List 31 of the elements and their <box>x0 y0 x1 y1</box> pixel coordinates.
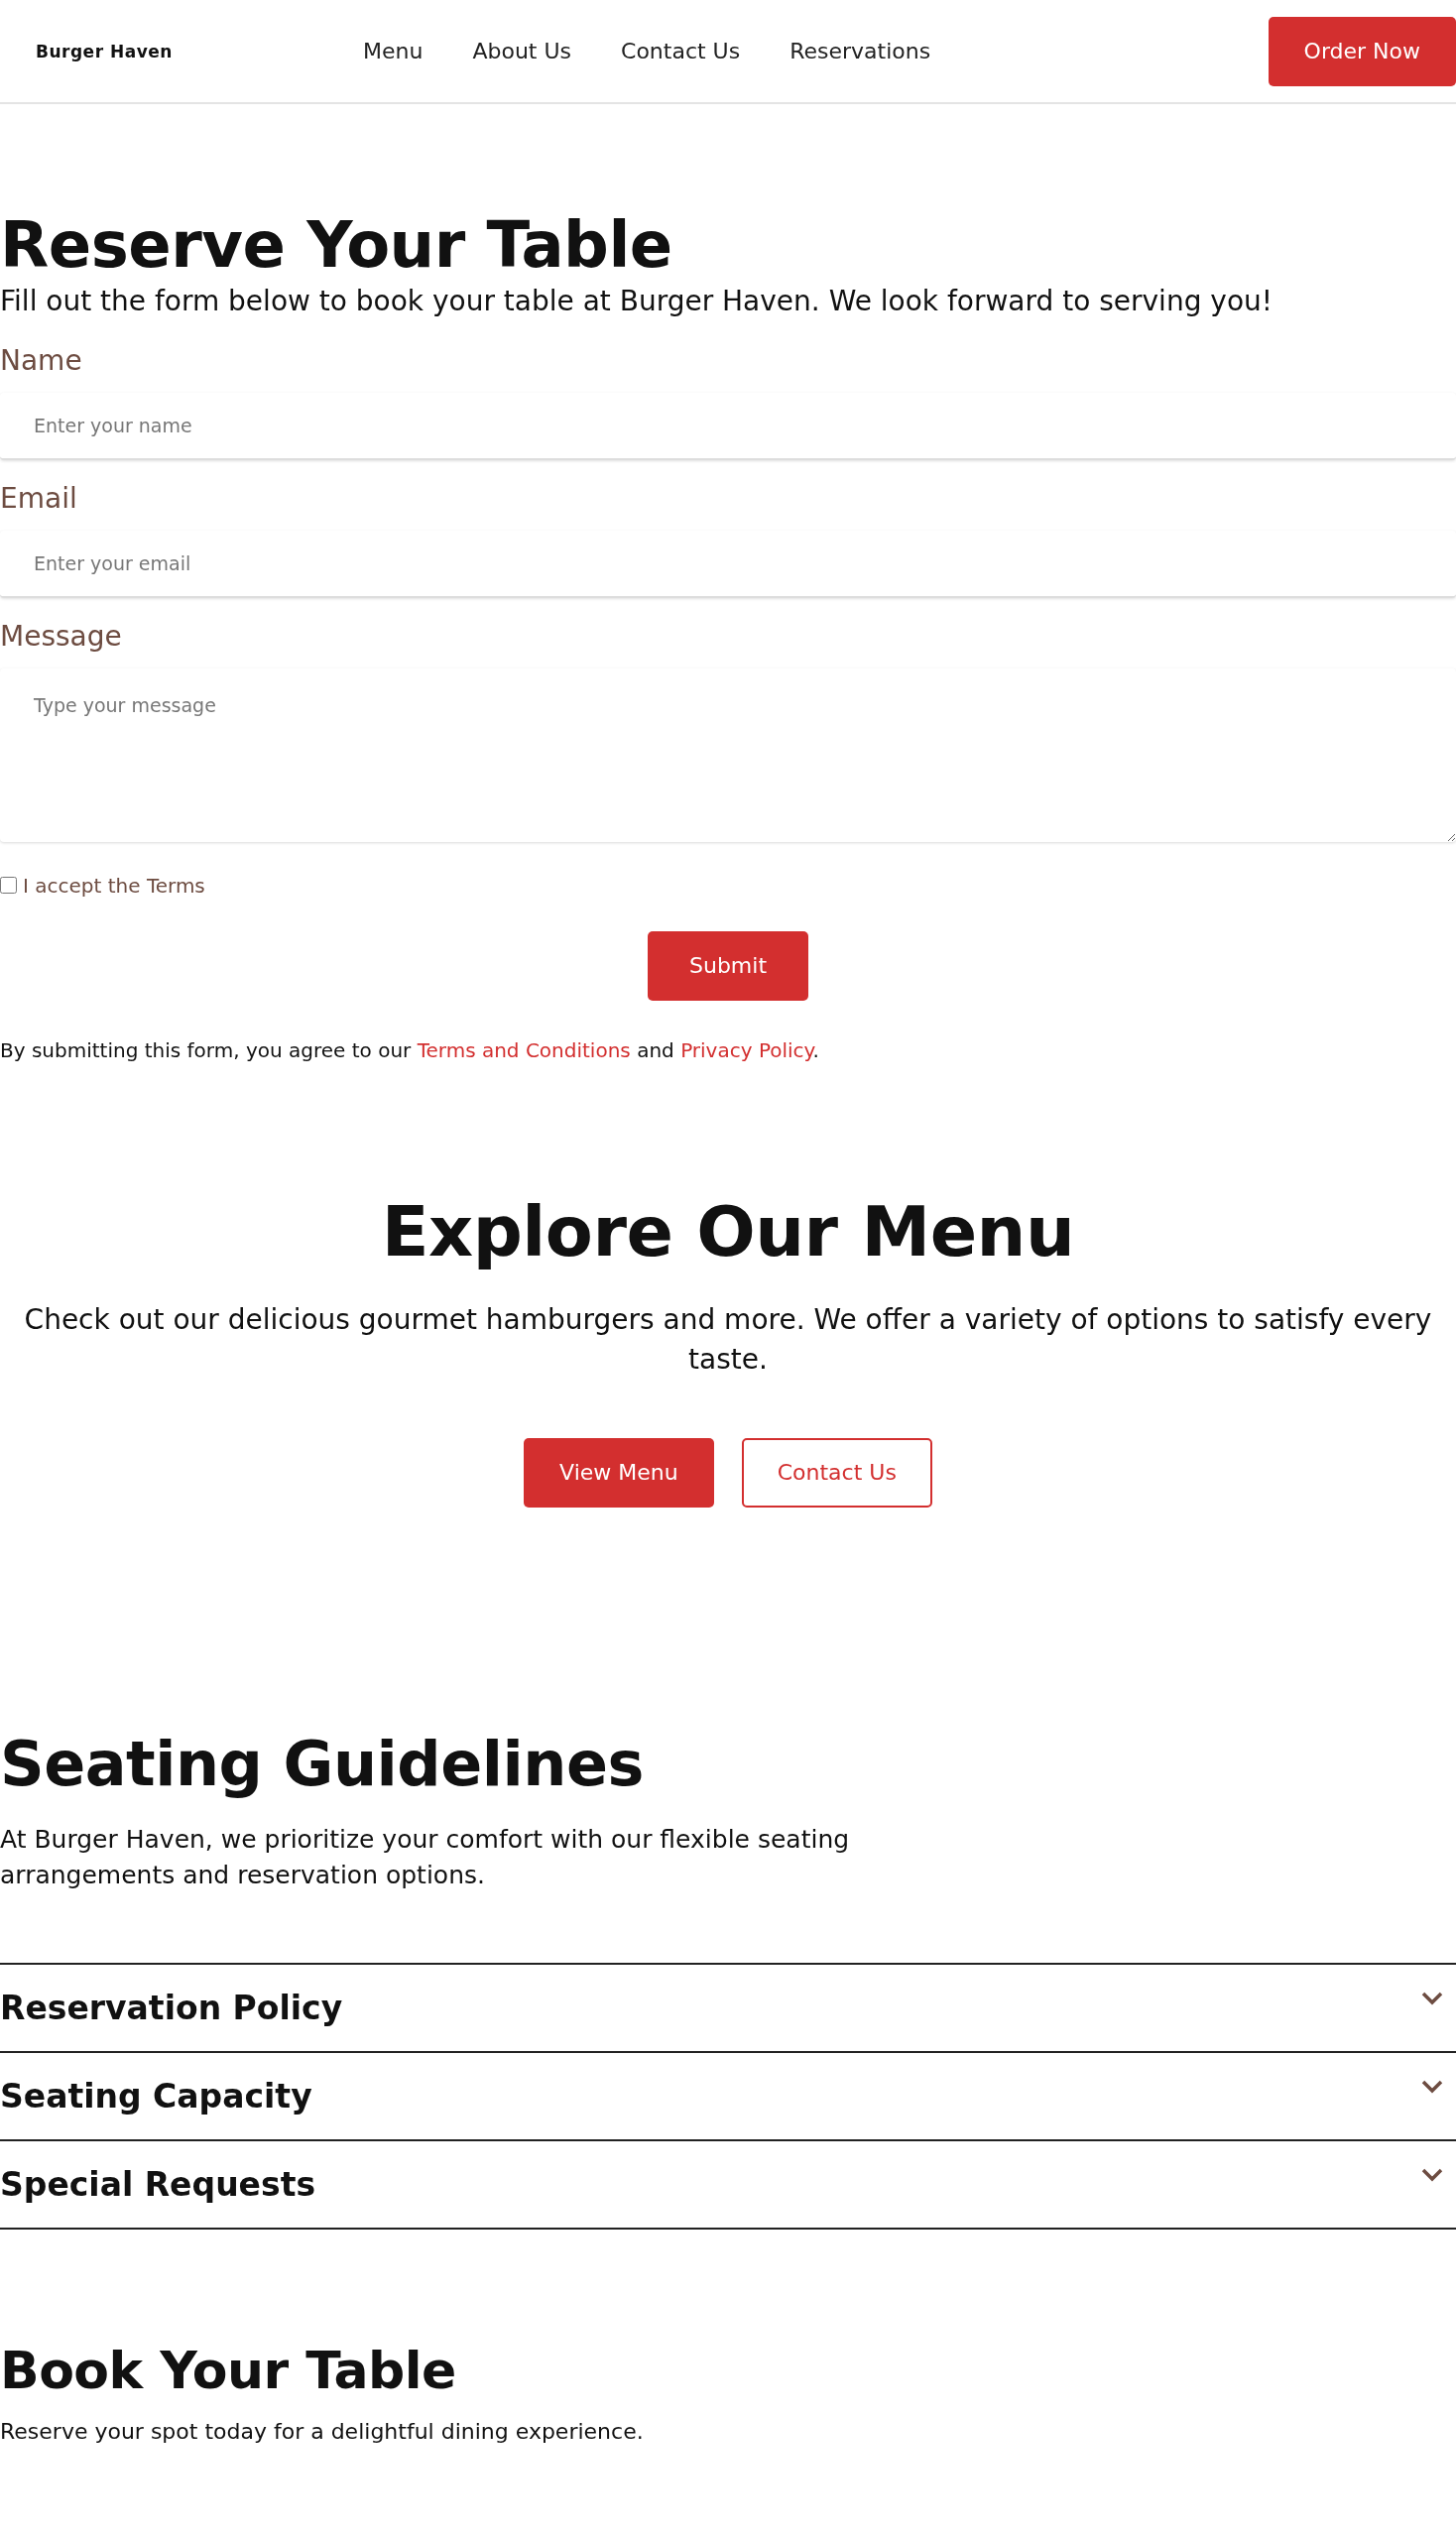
section-title: Seating Guidelines <box>0 1727 645 1800</box>
terms-link[interactable]: Terms and Conditions <box>417 1037 631 1062</box>
logo[interactable]: Burger Haven <box>36 41 363 61</box>
nav-link[interactable]: Menu <box>363 39 424 63</box>
chevron-icon <box>1420 1991 1444 2007</box>
message-field[interactable]: Type your message <box>0 667 1456 842</box>
chevron-icon <box>1420 2167 1444 2184</box>
checkbox-label: I accept the Terms <box>23 873 205 898</box>
intro-text: Fill out the form below to book your table at Burger Haven. We look forward to serving you! <box>0 284 1274 319</box>
terms-notice: By submitting this form, you agree to our Terms and Conditions and Privacy Policy. <box>0 1037 820 1062</box>
section-text: Check out our delicious gourmet hamburgers and more. We offer a variety of options to satisfy every taste. <box>23 1301 1433 1379</box>
page-title: Reserve Your Table <box>0 208 673 282</box>
input-field[interactable]: Enter your name <box>0 392 1456 460</box>
privacy-link[interactable]: Privacy Policy <box>680 1037 813 1062</box>
nav-link[interactable]: Contact Us <box>621 39 741 63</box>
contact-button[interactable]: Contact Us <box>741 1437 932 1508</box>
nav-link[interactable]: About Us <box>472 39 571 63</box>
submit-button[interactable]: Submit <box>648 930 808 1001</box>
section-title: Explore Our Menu <box>380 1190 1076 1272</box>
section-text: At Burger Haven, we prioritize your comfort with our flexible seating arrangements and reservation options. <box>0 1823 851 1892</box>
field-label: Message <box>0 619 123 653</box>
terms-checkbox[interactable] <box>0 877 17 895</box>
input-field[interactable]: Enter your email <box>0 530 1456 598</box>
section-text: Reserve your spot today for a delightful dining experience. <box>0 2418 645 2447</box>
view-menu-button[interactable]: View Menu <box>524 1437 714 1508</box>
field-label: Name <box>0 343 83 377</box>
order-now-button[interactable]: Order Now <box>1268 16 1456 86</box>
section-title: Book Your Table <box>0 2341 457 2401</box>
chevron-icon <box>1420 2079 1444 2096</box>
nav-link[interactable]: Reservations <box>789 39 931 63</box>
field-label: Email <box>0 481 78 515</box>
